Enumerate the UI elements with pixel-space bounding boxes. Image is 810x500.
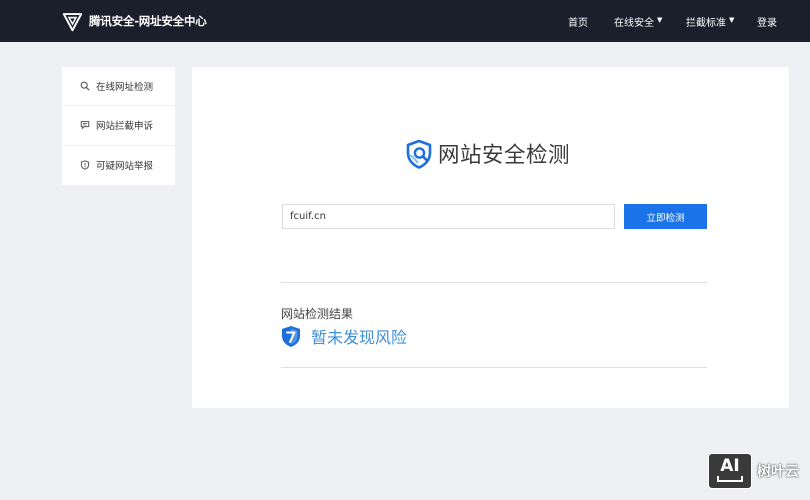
nav-login-label: 登录 — [757, 17, 777, 29]
sidebar-item-label: 可疑网站举报 — [96, 161, 154, 173]
nav-block-standard-menu[interactable]: 拦截标准 ▼ — [686, 0, 734, 42]
nav-online-security-menu[interactable]: 在线安全 ▼ — [614, 0, 662, 42]
result-heading: 网站检测结果 — [281, 307, 354, 321]
sidebar-item-suspicious-site-report[interactable]: 可疑网站举报 — [62, 146, 175, 185]
search-icon — [80, 81, 96, 91]
shield-alert-icon — [80, 160, 96, 170]
watermark-badge: AI — [708, 453, 752, 489]
divider — [281, 367, 707, 368]
chat-icon — [80, 120, 96, 130]
watermark: AI 树叶云 — [708, 453, 799, 489]
sidebar-item-online-url-check[interactable]: 在线网址检测 — [62, 67, 175, 107]
nav-online-security-label: 在线安全 — [614, 17, 654, 29]
nav-home-link[interactable]: 首页 — [568, 0, 588, 42]
caret-down-icon: ▼ — [729, 16, 735, 24]
nav-block-standard-label: 拦截标准 — [686, 17, 726, 29]
main-content-panel: 网站安全检测 立即检测 网站检测结果 暂未发现风险 — [192, 67, 789, 408]
divider — [281, 282, 707, 283]
page-title: 网站安全检测 — [438, 143, 571, 168]
watermark-text: 树叶云 — [757, 464, 799, 480]
sidebar-menu: 在线网址检测 网站拦截申诉 可疑网站举报 — [62, 67, 175, 185]
result-text: 暂未发现风险 — [311, 328, 408, 347]
brand-name: 腾讯安全-网址安全中心 — [89, 14, 207, 28]
check-now-button[interactable]: 立即检测 — [624, 204, 707, 229]
nav-login-link[interactable]: 登录 — [757, 0, 777, 42]
shield-safe-icon — [281, 325, 301, 348]
result-status: 暂未发现风险 — [281, 324, 407, 348]
sidebar-item-label: 在线网址检测 — [96, 82, 154, 94]
top-navigation-bar: 腾讯安全-网址安全中心 首页 在线安全 ▼ 拦截标准 ▼ 登录 — [0, 0, 810, 42]
url-input[interactable] — [282, 204, 615, 229]
nav-home-label: 首页 — [568, 17, 588, 29]
brand-logo-link[interactable]: 腾讯安全-网址安全中心 — [62, 10, 207, 32]
tencent-security-logo-icon — [62, 11, 83, 32]
page-title-block: 网站安全检测 — [405, 138, 570, 169]
shield-search-logo-icon — [405, 139, 433, 169]
sidebar-item-label: 网站拦截申诉 — [96, 121, 154, 133]
sidebar-item-site-block-appeal[interactable]: 网站拦截申诉 — [62, 106, 175, 146]
caret-down-icon: ▼ — [657, 16, 663, 24]
